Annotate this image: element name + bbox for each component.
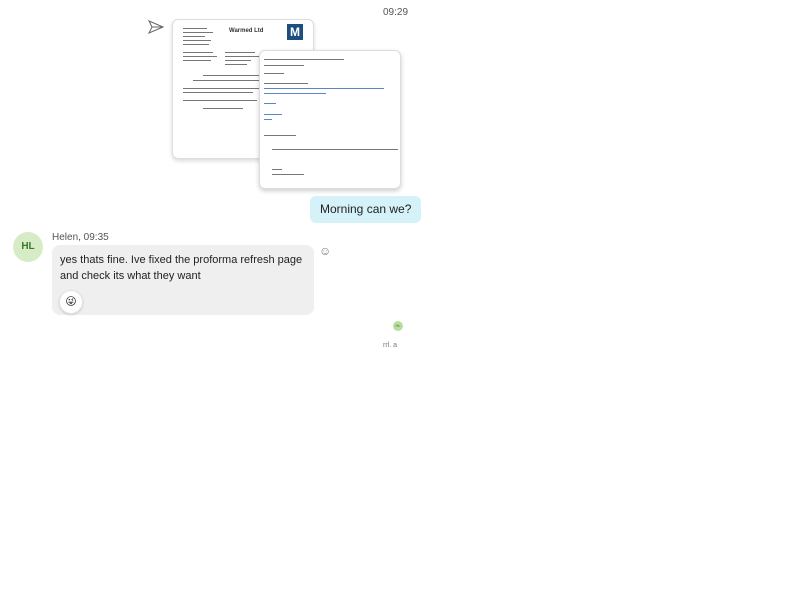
- attachment-preview-email[interactable]: [259, 50, 401, 189]
- company-logo: M: [287, 24, 303, 40]
- avatar[interactable]: HL: [13, 232, 43, 262]
- add-reaction-icon[interactable]: ☺: [319, 245, 332, 258]
- sender-name-time: Helen, 09:35: [52, 232, 109, 243]
- read-receipt-avatar: HL: [393, 321, 403, 331]
- incoming-message[interactable]: yes thats fine. Ive fixed the proforma r…: [52, 245, 314, 315]
- status-text: rrl. a: [383, 342, 397, 349]
- message-timestamp: 09:29: [383, 7, 409, 18]
- message-reaction[interactable]: 😜: [59, 290, 83, 314]
- send-icon: [148, 20, 164, 34]
- outgoing-message[interactable]: Morning can we?: [310, 196, 422, 223]
- document-company-name: Warmed Ltd: [229, 28, 264, 34]
